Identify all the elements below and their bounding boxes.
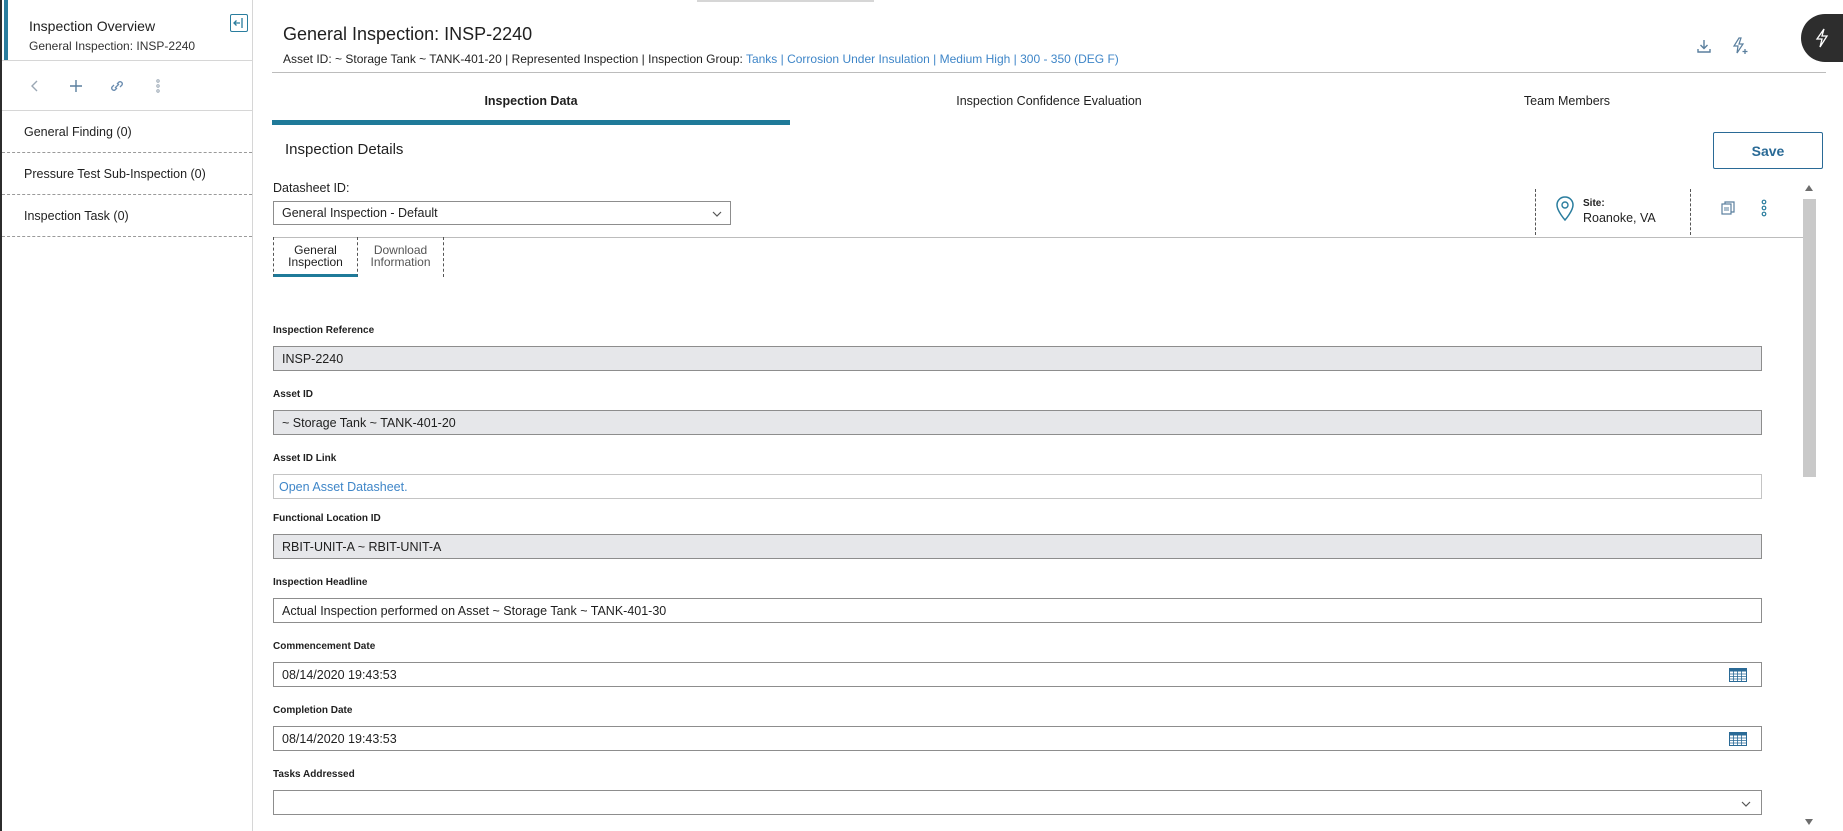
top-strip [697,0,874,2]
divider [1535,189,1536,235]
tab-inspection-data[interactable]: Inspection Data [272,82,790,125]
scroll-thumb[interactable] [1803,199,1816,477]
inspection-headline-label: Inspection Headline [273,577,368,588]
page-title: General Inspection: INSP-2240 [283,24,533,44]
header-divider [272,72,1826,73]
completion-date-label: Completion Date [273,705,353,716]
completion-date-value: 08/14/2020 19:43:53 [282,732,397,746]
subtab-label-line2: Information [370,255,431,269]
divider [1690,189,1691,235]
commencement-date-value: 08/14/2020 19:43:53 [282,668,397,682]
commencement-date-label: Commencement Date [273,641,376,652]
calendar-icon[interactable] [1729,732,1747,749]
calendar-icon[interactable] [1729,668,1747,685]
form-scrollbar[interactable] [1801,180,1817,831]
inspection-headline-input[interactable]: Actual Inspection performed on Asset ~ S… [273,598,1762,623]
sidebar-toolbar [2,61,252,111]
more-vertical-icon[interactable] [1754,198,1774,218]
tasks-addressed-select[interactable] [273,790,1762,815]
tab-inspection-confidence-evaluation[interactable]: Inspection Confidence Evaluation [790,82,1308,125]
asset-datasheet-link[interactable]: Open Asset Datasheet. [273,474,1762,499]
datasheet-select[interactable]: General Inspection - Default [273,201,731,225]
save-button[interactable]: Save [1713,132,1823,169]
main-content: General Inspection: INSP-2240 Asset ID: … [254,0,1843,831]
sidebar-item-pressure-test[interactable]: Pressure Test Sub-Inspection (0) [2,153,252,195]
more-vertical-icon[interactable] [137,71,178,101]
location-pin-icon [1555,196,1575,227]
main-tabs: Inspection Data Inspection Confidence Ev… [272,82,1826,125]
header-subline: Asset ID: ~ Storage Tank ~ TANK-401-20 |… [283,52,1119,66]
lightning-icon[interactable] [1801,14,1843,62]
subtab-download-information[interactable]: Download Information [358,237,444,277]
inspection-reference-label: Inspection Reference [273,325,375,336]
sidebar-item-inspection-task[interactable]: Inspection Task (0) [2,195,252,237]
datasheet-divider [273,237,1803,238]
datasheet-select-value: General Inspection - Default [282,206,438,220]
asset-id-field: ~ Storage Tank ~ TANK-401-20 [273,410,1762,435]
chevron-left-icon[interactable] [14,71,55,101]
collapse-panel-icon[interactable] [230,14,248,32]
subtab-label-line2: Inspection [288,255,343,269]
sidebar-title[interactable]: Inspection Overview [29,18,252,34]
commencement-date-input[interactable]: 08/14/2020 19:43:53 [273,662,1762,687]
asset-id-label: Asset ID [273,389,314,400]
completion-date-input[interactable]: 08/14/2020 19:43:53 [273,726,1762,751]
link-icon[interactable] [96,71,137,101]
site-info: Site: Roanoke, VA [1555,196,1656,227]
tab-team-members[interactable]: Team Members [1308,82,1826,125]
subtab-general-inspection[interactable]: General Inspection [273,237,358,277]
functional-location-field: RBIT-UNIT-A ~ RBIT-UNIT-A [273,534,1762,559]
section-title: Inspection Details [285,141,404,158]
sidebar-active-accent [4,0,8,60]
header-asset-info: Asset ID: ~ Storage Tank ~ TANK-401-20 |… [283,52,743,66]
plus-icon[interactable] [55,71,96,101]
site-label: Site: [1583,198,1605,209]
asset-id-link-label: Asset ID Link [273,453,337,464]
chevron-down-icon [712,207,722,221]
tasks-addressed-label: Tasks Addressed [273,769,355,780]
scroll-up-arrow[interactable] [1805,185,1813,191]
inspection-reference-field: INSP-2240 [273,346,1762,371]
chevron-down-icon [1741,797,1751,811]
scroll-down-arrow[interactable] [1805,819,1813,825]
site-value: Roanoke, VA [1583,211,1656,225]
datasheet-label: Datasheet ID: [273,181,350,195]
functional-location-label: Functional Location ID [273,513,381,524]
sidebar-list: General Finding (0) Pressure Test Sub-In… [2,111,252,237]
inspection-sidebar: Inspection Overview General Inspection: … [2,0,253,831]
sidebar-header: Inspection Overview General Inspection: … [2,0,252,61]
sidebar-item-general-finding[interactable]: General Finding (0) [2,111,252,153]
sidebar-subtitle: General Inspection: INSP-2240 [29,39,196,53]
download-icon[interactable] [1694,36,1714,56]
inspection-group-link[interactable]: Tanks | Corrosion Under Insulation | Med… [746,52,1119,66]
copy-document-icon[interactable] [1718,198,1738,218]
flash-plus-icon[interactable] [1730,36,1750,56]
